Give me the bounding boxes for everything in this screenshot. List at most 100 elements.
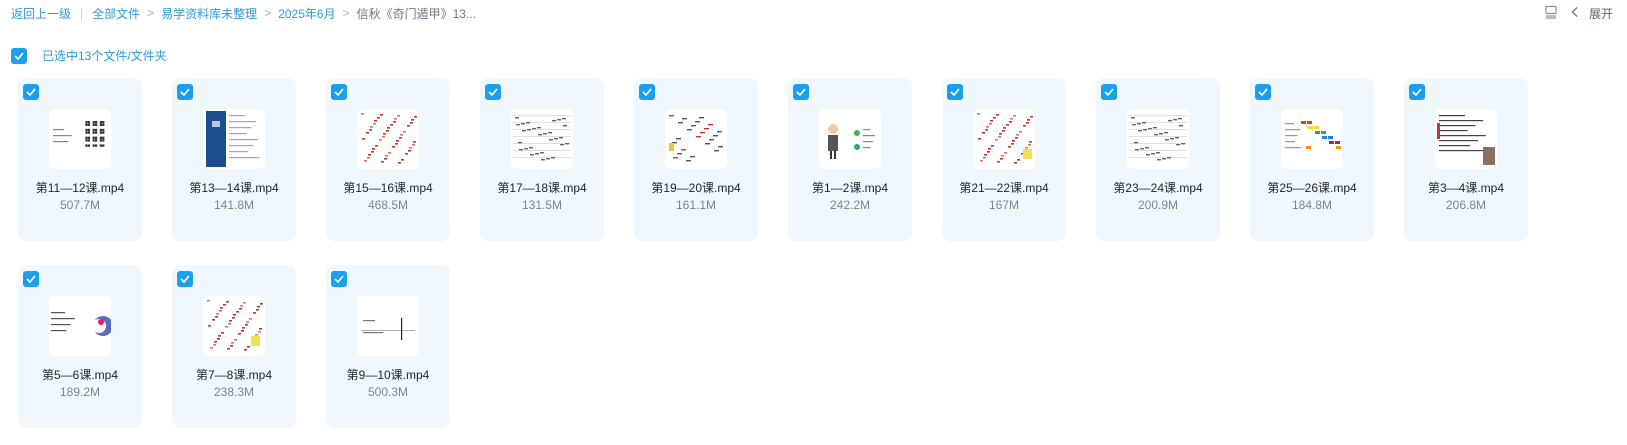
file-thumbnail [819, 109, 881, 169]
file-card[interactable]: 第3—4课.mp4 206.8M [1404, 78, 1528, 241]
file-size: 141.8M [213, 198, 255, 212]
check-icon [180, 88, 190, 96]
check-icon [14, 51, 24, 60]
file-size: 189.2M [59, 385, 101, 399]
breadcrumb-current: 信秋《奇门遁甲》13... [356, 6, 476, 21]
video-thumbnail-image [361, 113, 417, 164]
check-icon [1104, 88, 1114, 96]
file-size: 238.3M [213, 385, 255, 399]
file-thumbnail [49, 296, 111, 356]
file-card[interactable]: 第5—6课.mp4 189.2M [18, 265, 142, 428]
file-card[interactable]: 第11—12课.mp4 507.7M [18, 78, 142, 241]
check-icon [642, 88, 652, 96]
video-thumbnail-image [1437, 115, 1495, 165]
file-grid: 第11—12课.mp4 507.7M 第13—14课.mp4 141.8M 第15—16… [18, 78, 1558, 428]
toolbar-right: 展开 [1544, 0, 1613, 26]
file-name: 第13—14课.mp4 [189, 181, 279, 195]
file-card[interactable]: 第15—16课.mp4 468.5M [326, 78, 450, 241]
file-thumbnail [203, 296, 265, 356]
file-checkbox[interactable] [1255, 84, 1271, 100]
file-name: 第21—22课.mp4 [959, 181, 1049, 195]
file-card[interactable]: 第7—8课.mp4 238.3M [172, 265, 296, 428]
file-name: 第17—18课.mp4 [497, 181, 587, 195]
breadcrumb-item-all-files[interactable]: 全部文件 [92, 5, 140, 22]
file-card[interactable]: 第25—26课.mp4 184.8M [1250, 78, 1374, 241]
file-size: 167M [988, 198, 1020, 212]
check-icon [26, 275, 36, 283]
file-checkbox[interactable] [947, 84, 963, 100]
file-card[interactable]: 第1—2课.mp4 242.2M [788, 78, 912, 241]
file-thumbnail [1281, 109, 1343, 169]
file-checkbox[interactable] [485, 84, 501, 100]
breadcrumb-item-month[interactable]: 2025年6月 [278, 5, 335, 22]
file-name: 第15—16课.mp4 [343, 181, 433, 195]
file-name: 第19—20课.mp4 [651, 181, 741, 195]
list-view-icon[interactable] [1544, 5, 1558, 22]
chevron-right-icon: > [264, 6, 272, 20]
file-checkbox[interactable] [1409, 84, 1425, 100]
file-name: 第9—10课.mp4 [346, 368, 430, 382]
file-size: 200.9M [1137, 198, 1179, 212]
check-icon [488, 88, 498, 96]
select-all-checkbox[interactable] [11, 47, 27, 64]
check-icon [180, 275, 190, 283]
check-icon [796, 88, 806, 96]
file-card[interactable]: 第17—18课.mp4 131.5M [480, 78, 604, 241]
file-checkbox[interactable] [23, 271, 39, 287]
video-thumbnail-image [828, 124, 875, 159]
file-size: 242.2M [829, 198, 871, 212]
file-name: 第3—4课.mp4 [1427, 181, 1505, 195]
file-card[interactable]: 第21—22课.mp4 167M [942, 78, 1066, 241]
file-size: 206.8M [1445, 198, 1487, 212]
check-icon [950, 88, 960, 96]
file-card[interactable]: 第13—14课.mp4 141.8M [172, 78, 296, 241]
file-card[interactable]: 第23—24课.mp4 200.9M [1096, 78, 1220, 241]
video-thumbnail-image [1285, 121, 1341, 149]
check-icon [1258, 88, 1268, 96]
video-thumbnail-image [513, 115, 571, 161]
video-thumbnail-image [1129, 115, 1187, 161]
file-name: 第1—2课.mp4 [811, 181, 889, 195]
breadcrumb-item-library[interactable]: 易学资料库未整理 [161, 5, 257, 22]
video-thumbnail-image [207, 300, 263, 351]
expand-button[interactable]: 展开 [1570, 5, 1613, 22]
file-thumbnail [49, 109, 111, 169]
check-icon [1412, 88, 1422, 96]
file-thumbnail [973, 109, 1035, 169]
file-thumbnail [203, 109, 265, 169]
file-name: 第23—24课.mp4 [1113, 181, 1203, 195]
file-card[interactable]: 第9—10课.mp4 500.3M [326, 265, 450, 428]
breadcrumb: 返回上一级 | 全部文件 > 易学资料库未整理 > 2025年6月 > 信秋《奇… [11, 0, 1616, 26]
file-thumbnail [1127, 109, 1189, 169]
file-checkbox[interactable] [177, 271, 193, 287]
file-checkbox[interactable] [331, 271, 347, 287]
check-icon [334, 88, 344, 96]
file-size: 500.3M [367, 385, 409, 399]
file-checkbox[interactable] [331, 84, 347, 100]
selection-label: 已选中13个文件/文件夹 [42, 49, 167, 63]
check-icon [26, 88, 36, 96]
video-thumbnail-image [51, 312, 111, 336]
file-checkbox[interactable] [177, 84, 193, 100]
file-size: 131.5M [521, 198, 563, 212]
file-card[interactable]: 第19—20课.mp4 161.1M [634, 78, 758, 241]
chevron-right-icon: > [342, 6, 350, 20]
selection-status: 已选中13个文件/文件夹 [11, 47, 167, 64]
expand-label: 展开 [1588, 6, 1613, 21]
file-name: 第11—12课.mp4 [35, 181, 125, 195]
file-size: 184.8M [1291, 198, 1333, 212]
file-checkbox[interactable] [793, 84, 809, 100]
chevron-left-icon [1570, 6, 1580, 21]
divider: | [80, 6, 84, 20]
file-checkbox[interactable] [639, 84, 655, 100]
file-thumbnail [665, 109, 727, 169]
file-thumbnail [357, 296, 419, 356]
file-size: 468.5M [367, 198, 409, 212]
back-link[interactable]: 返回上一级 [11, 5, 71, 22]
file-thumbnail [357, 109, 419, 169]
file-checkbox[interactable] [23, 84, 39, 100]
file-checkbox[interactable] [1101, 84, 1117, 100]
file-name: 第5—6课.mp4 [41, 368, 119, 382]
chevron-right-icon: > [147, 6, 155, 20]
video-thumbnail-image [206, 111, 260, 167]
